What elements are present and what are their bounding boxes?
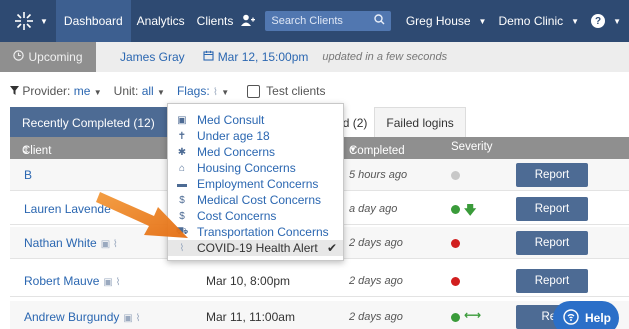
table-row: Robert Mauve ▣ ⌇ Mar 10, 8:00pm 2 days ag… [10,265,629,297]
flag-option-med-consult[interactable]: ▣ Med Consult [168,112,343,128]
table-row: Andrew Burgundy ▣ ⌇ Mar 11, 11:00am 2 day… [10,301,629,329]
report-button[interactable]: Report [516,163,588,187]
checkmark-icon: ✔ [326,241,337,255]
unit-filter[interactable]: Unit: all ▼ [114,84,165,98]
sort-icon: ⇕ [22,145,30,155]
test-clients-checkbox[interactable] [247,84,261,98]
sort-desc-icon: ▼ [349,145,357,154]
upcoming-button[interactable]: Upcoming [0,42,96,72]
tab-recently-completed[interactable]: Recently Completed (12) [10,107,167,137]
user-menu[interactable]: Greg House ▼ [406,14,487,28]
arrow-annotation-icon [96,180,196,249]
client-name-link[interactable]: Robert Mauve ▣ ⌇ [24,274,120,288]
severity-dot [451,205,460,214]
upcoming-bar: Upcoming James Gray Mar 12, 15:00pm upda… [0,42,629,72]
question-icon: ? [591,14,606,28]
completed-time: 5 hours ago [349,169,408,181]
chevron-down-icon: ▼ [613,16,621,26]
logo-caret-icon[interactable]: ▼ [40,17,48,26]
severity-dot [451,313,460,322]
clock-icon [13,50,25,64]
nav-analytics[interactable]: Analytics [131,14,191,28]
chevron-down-icon: ▼ [157,88,165,97]
nav-clients[interactable]: Clients [191,14,240,28]
report-button[interactable]: Report [516,231,588,255]
upcoming-client-link[interactable]: James Gray [120,50,185,64]
clinic-menu[interactable]: Demo Clinic ▼ [498,14,579,28]
completed-time: 2 days ago [349,275,403,287]
calendar-icon [203,50,214,64]
help-button[interactable]: Help [553,301,619,329]
flag-option-under-18[interactable]: ✝ Under age 18 [168,128,343,144]
wifi-help-icon [563,308,579,328]
client-name-link[interactable]: B [24,168,32,182]
chevron-down-icon: ▼ [93,88,102,97]
trend-flat-icon: ⟷ [464,308,482,322]
flags-filter[interactable]: Flags: ⌇ ▼ [177,84,229,98]
home-icon: ⌂ [178,162,186,174]
filter-icon [10,84,22,98]
flag-icons: ▣ ⌇ [103,277,121,288]
search-icon[interactable] [374,14,385,28]
help-menu[interactable]: ? ▼ [591,14,621,28]
tab-failed-logins[interactable]: Failed logins [374,107,466,137]
report-button[interactable]: Report [516,197,588,221]
asterisk-icon: ✱ [177,146,187,158]
top-navbar: ▼ Dashboard Analytics Clients Greg House… [0,0,629,42]
trend-down-icon: 🡇 [464,203,477,217]
flag-option-housing[interactable]: ⌂ Housing Concerns [168,160,343,176]
severity-dot [451,171,460,180]
nav-right: Greg House ▼ Demo Clinic ▼ ? ▼ [406,14,621,28]
upcoming-updated-note: updated in a few seconds [322,51,448,63]
appointment-date: Mar 10, 8:00pm [206,274,291,288]
test-clients-toggle[interactable]: Test clients [247,84,326,98]
completed-time: 2 days ago [349,311,403,323]
logo-icon[interactable] [12,9,36,33]
completed-time: 2 days ago [349,237,403,249]
nav-dashboard[interactable]: Dashboard [55,0,131,42]
severity-dot [451,277,460,286]
appointment-date: Mar 11, 11:00am [206,310,295,324]
chevron-down-icon: ▼ [571,16,580,26]
severity-column-header[interactable]: Severity [451,141,493,153]
provider-filter[interactable]: Provider: me ▼ [10,84,102,98]
chevron-down-icon: ▼ [478,16,487,26]
flag-icons: ▣ ⌇ [123,313,141,324]
flag-option-med-concerns[interactable]: ✱ Med Concerns [168,144,343,160]
severity-dot [451,239,460,248]
child-icon: ✝ [177,130,187,142]
completed-time: a day ago [349,203,398,215]
medkit-icon: ▣ [177,114,187,126]
upcoming-date-link[interactable]: Mar 12, 15:00pm [203,50,308,64]
filter-bar: Provider: me ▼ Unit: all ▼ Flags: ⌇ ▼ Te… [10,84,326,98]
thermometer-icon: ⌇ [213,87,218,98]
client-name-link[interactable]: Andrew Burgundy ▣ ⌇ [24,310,141,324]
report-button[interactable]: Report [516,269,588,293]
search-box[interactable] [265,11,392,31]
chevron-down-icon: ▼ [221,88,230,97]
add-user-icon[interactable] [241,14,256,29]
search-input[interactable] [271,15,372,27]
